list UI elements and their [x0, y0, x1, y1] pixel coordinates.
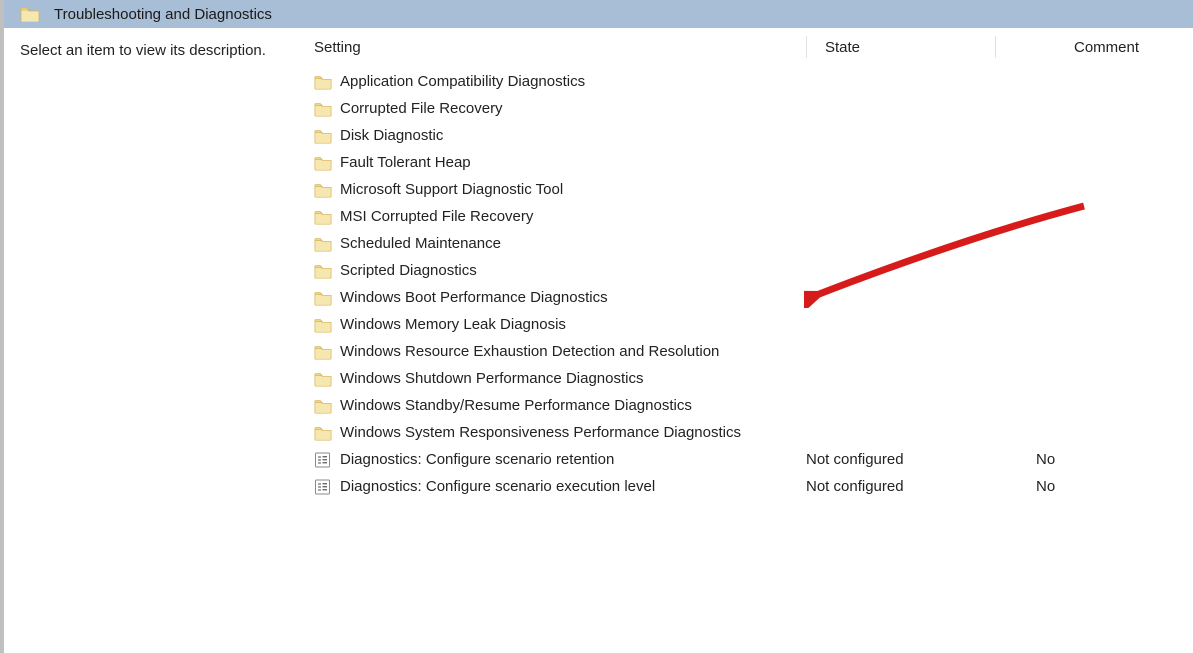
- row-label: Application Compatibility Diagnostics: [340, 73, 585, 90]
- row-label: Scheduled Maintenance: [340, 235, 501, 252]
- folder-row[interactable]: Windows System Responsiveness Performanc…: [306, 419, 1193, 446]
- header-divider: [995, 36, 996, 58]
- cell-setting: Scheduled Maintenance: [306, 235, 806, 252]
- folder-icon: [314, 398, 332, 414]
- header-setting[interactable]: Setting: [306, 39, 806, 56]
- cell-state: Not configured: [806, 451, 976, 468]
- folder-icon: [314, 371, 332, 387]
- row-label: Windows System Responsiveness Performanc…: [340, 424, 741, 441]
- row-label: MSI Corrupted File Recovery: [340, 208, 533, 225]
- description-prompt: Select an item to view its description.: [20, 42, 266, 59]
- folder-row[interactable]: Application Compatibility Diagnostics: [306, 68, 1193, 95]
- description-pane: Select an item to view its description.: [4, 28, 306, 653]
- row-label: Windows Memory Leak Diagnosis: [340, 316, 566, 333]
- cell-setting: Scripted Diagnostics: [306, 262, 806, 279]
- folder-icon: [314, 182, 332, 198]
- cell-setting: Diagnostics: Configure scenario executio…: [306, 478, 806, 495]
- row-label: Diagnostics: Configure scenario retentio…: [340, 451, 614, 468]
- cell-state: Not configured: [806, 478, 976, 495]
- cell-setting: Fault Tolerant Heap: [306, 154, 806, 171]
- cell-setting: Disk Diagnostic: [306, 127, 806, 144]
- folder-row[interactable]: Scripted Diagnostics: [306, 257, 1193, 284]
- folder-icon: [314, 209, 332, 225]
- row-label: Corrupted File Recovery: [340, 100, 503, 117]
- folder-icon: [314, 344, 332, 360]
- folder-icon: [20, 6, 40, 22]
- row-label: Microsoft Support Diagnostic Tool: [340, 181, 563, 198]
- folder-row[interactable]: Corrupted File Recovery: [306, 95, 1193, 122]
- row-label: Scripted Diagnostics: [340, 262, 477, 279]
- folder-icon: [314, 101, 332, 117]
- list-pane: Setting State Comment Application Compat…: [306, 28, 1193, 653]
- row-label: Windows Shutdown Performance Diagnostics: [340, 370, 643, 387]
- header-comment[interactable]: Comment: [1014, 39, 1193, 56]
- cell-setting: Windows Memory Leak Diagnosis: [306, 316, 806, 333]
- cell-setting: Corrupted File Recovery: [306, 100, 806, 117]
- row-label: Disk Diagnostic: [340, 127, 443, 144]
- folder-row[interactable]: Scheduled Maintenance: [306, 230, 1193, 257]
- folder-row[interactable]: Windows Shutdown Performance Diagnostics: [306, 365, 1193, 392]
- folder-icon: [314, 128, 332, 144]
- folder-icon: [314, 317, 332, 333]
- row-label: Windows Boot Performance Diagnostics: [340, 289, 608, 306]
- folder-icon: [314, 425, 332, 441]
- cell-comment: No: [976, 451, 1193, 468]
- folder-row[interactable]: Disk Diagnostic: [306, 122, 1193, 149]
- column-headers: Setting State Comment: [306, 28, 1193, 66]
- cell-setting: Diagnostics: Configure scenario retentio…: [306, 451, 806, 468]
- row-label: Fault Tolerant Heap: [340, 154, 471, 171]
- folder-icon: [314, 155, 332, 171]
- content-area: Select an item to view its description. …: [4, 28, 1193, 653]
- policy-setting-icon: [314, 479, 332, 495]
- cell-setting: Application Compatibility Diagnostics: [306, 73, 806, 90]
- folder-row[interactable]: Windows Resource Exhaustion Detection an…: [306, 338, 1193, 365]
- setting-row[interactable]: Diagnostics: Configure scenario executio…: [306, 473, 1193, 500]
- folder-row[interactable]: Microsoft Support Diagnostic Tool: [306, 176, 1193, 203]
- folder-icon: [314, 236, 332, 252]
- header-divider: [806, 36, 807, 58]
- row-label: Windows Resource Exhaustion Detection an…: [340, 343, 719, 360]
- folder-row[interactable]: Windows Boot Performance Diagnostics: [306, 284, 1193, 311]
- folder-row[interactable]: Windows Memory Leak Diagnosis: [306, 311, 1193, 338]
- cell-comment: No: [976, 478, 1193, 495]
- rows-container: Application Compatibility Diagnostics Cor…: [306, 66, 1193, 500]
- header-state[interactable]: State: [825, 39, 995, 56]
- cell-setting: MSI Corrupted File Recovery: [306, 208, 806, 225]
- cell-setting: Windows Resource Exhaustion Detection an…: [306, 343, 806, 360]
- folder-icon: [314, 290, 332, 306]
- folder-row[interactable]: MSI Corrupted File Recovery: [306, 203, 1193, 230]
- folder-row[interactable]: Fault Tolerant Heap: [306, 149, 1193, 176]
- cell-setting: Windows Boot Performance Diagnostics: [306, 289, 806, 306]
- setting-row[interactable]: Diagnostics: Configure scenario retentio…: [306, 446, 1193, 473]
- cell-setting: Windows Shutdown Performance Diagnostics: [306, 370, 806, 387]
- titlebar-title: Troubleshooting and Diagnostics: [54, 6, 272, 23]
- folder-row[interactable]: Windows Standby/Resume Performance Diagn…: [306, 392, 1193, 419]
- cell-setting: Windows Standby/Resume Performance Diagn…: [306, 397, 806, 414]
- folder-icon: [314, 74, 332, 90]
- cell-setting: Microsoft Support Diagnostic Tool: [306, 181, 806, 198]
- folder-icon: [314, 263, 332, 279]
- row-label: Diagnostics: Configure scenario executio…: [340, 478, 655, 495]
- policy-setting-icon: [314, 452, 332, 468]
- cell-setting: Windows System Responsiveness Performanc…: [306, 424, 806, 441]
- row-label: Windows Standby/Resume Performance Diagn…: [340, 397, 692, 414]
- titlebar: Troubleshooting and Diagnostics: [4, 0, 1193, 28]
